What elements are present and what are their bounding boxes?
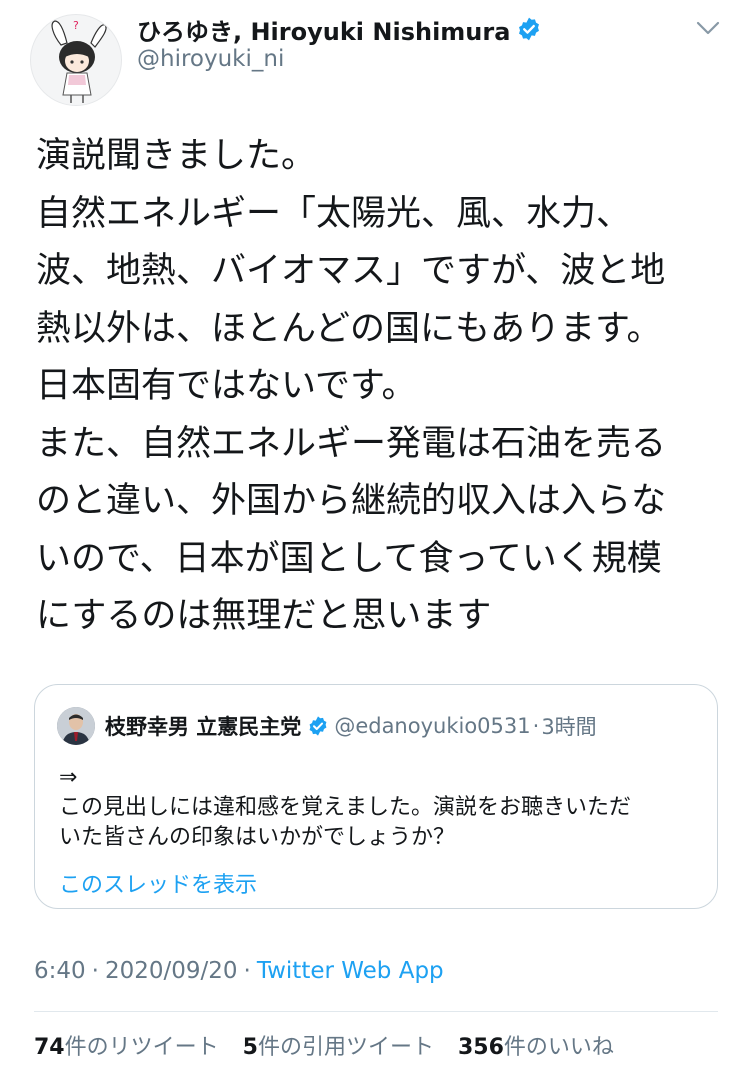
- tweet-text-line: いので、日本が国として食っていく規模: [36, 538, 662, 579]
- tweet-source-link[interactable]: Twitter Web App: [257, 958, 444, 984]
- quoted-tweet-text: ⇒ この見出しには違和感を覚えました。演説をお聴きいただ いた皆さんの印象はいか…: [59, 763, 699, 853]
- author-display-name[interactable]: ひろゆき, Hiroyuki Nishimura: [137, 12, 510, 47]
- separator-dot: ·: [532, 714, 540, 738]
- tweet-text-line: 自然エネルギー「太陽光、風、水力、: [36, 193, 632, 234]
- like-count-label: 件のいいね: [503, 1035, 614, 1060]
- tweet-text-line: 熱以外は、ほとんどの国にもあります。: [36, 308, 662, 349]
- retweet-count-number: 74: [34, 1035, 65, 1060]
- tweet-text-line: にするのは無理だと思います: [36, 596, 492, 636]
- separator-dot: ·: [91, 958, 99, 984]
- tweet-text: 演説聞きました。 自然エネルギー「太陽光、風、水力、 波、地熱、バイオマス」です…: [36, 128, 726, 646]
- tweet-stats: 74 件のリツイート 5 件の引用ツイート 356 件のいいね: [34, 1027, 638, 1063]
- separator-dot: ·: [243, 958, 251, 984]
- author-name-row: ひろゆき, Hiroyuki Nishimura: [137, 12, 542, 46]
- show-thread-link[interactable]: このスレッドを表示: [59, 867, 257, 899]
- quoted-author-avatar: [57, 707, 95, 745]
- tweet-text-line: 演説聞きました。: [36, 136, 317, 176]
- quoted-author-name: 枝野幸男 立憲民主党: [105, 715, 302, 739]
- like-count-number: 356: [457, 1035, 504, 1060]
- divider: [34, 1011, 718, 1012]
- avatar-question-mark: ?: [73, 19, 79, 32]
- tweet-meta: 6:40 · 2020/09/20 · Twitter Web App: [34, 954, 444, 988]
- quote-count-number: 5: [242, 1035, 258, 1060]
- tweet-text-line: 日本固有ではないです。: [36, 366, 417, 406]
- quoted-tweet-time: 3時間: [541, 715, 597, 739]
- tweet-text-line: また、自然エネルギー発電は石油を売る: [36, 423, 667, 464]
- tweet-date[interactable]: 2020/09/20: [105, 958, 238, 984]
- quoted-author-handle: @edanoyukio0531: [334, 714, 531, 738]
- quote-count[interactable]: 5 件の引用ツイート: [243, 1029, 434, 1061]
- tweet-text-line: のと違い、外国から継続的収入は入らな: [36, 481, 667, 521]
- verified-badge-icon: [519, 17, 540, 41]
- tweet-text-line: 波、地熱、バイオマス」ですが、波と地: [36, 251, 666, 291]
- quoted-text-line: この見出しには違和感を覚えました。演説をお聴きいただ: [59, 795, 632, 820]
- quoted-text-line: いた皆さんの印象はいかがでしょうか？: [59, 825, 456, 850]
- retweet-count[interactable]: 74 件のリツイート: [34, 1029, 219, 1061]
- quoted-tweet-card[interactable]: 枝野幸男 立憲民主党 @edanoyukio0531 · 3時間 ⇒ この見出し…: [34, 684, 718, 909]
- quoted-author-row: 枝野幸男 立憲民主党 @edanoyukio0531 · 3時間: [105, 709, 597, 743]
- person-photo-icon: [57, 707, 95, 745]
- quote-count-label: 件の引用ツイート: [257, 1035, 434, 1060]
- author-avatar[interactable]: ?: [30, 14, 122, 106]
- like-count[interactable]: 356 件のいいね: [458, 1029, 614, 1061]
- chevron-down-icon[interactable]: [694, 18, 722, 38]
- tweet-header: ? ひろゆき, Hiroyuki Nishimura @hiroyuki_ni: [0, 0, 750, 110]
- quoted-text-line: ⇒: [59, 765, 78, 790]
- bunny-ear-character-avatar: ?: [51, 19, 107, 103]
- retweet-count-label: 件のリツイート: [64, 1035, 219, 1060]
- tweet-time[interactable]: 6:40: [34, 958, 86, 984]
- verified-badge-icon: [309, 716, 327, 736]
- author-handle[interactable]: @hiroyuki_ni: [137, 46, 284, 72]
- tweet-detail: ? ひろゆき, Hiroyuki Nishimura @hiroyuki_ni …: [0, 0, 750, 1075]
